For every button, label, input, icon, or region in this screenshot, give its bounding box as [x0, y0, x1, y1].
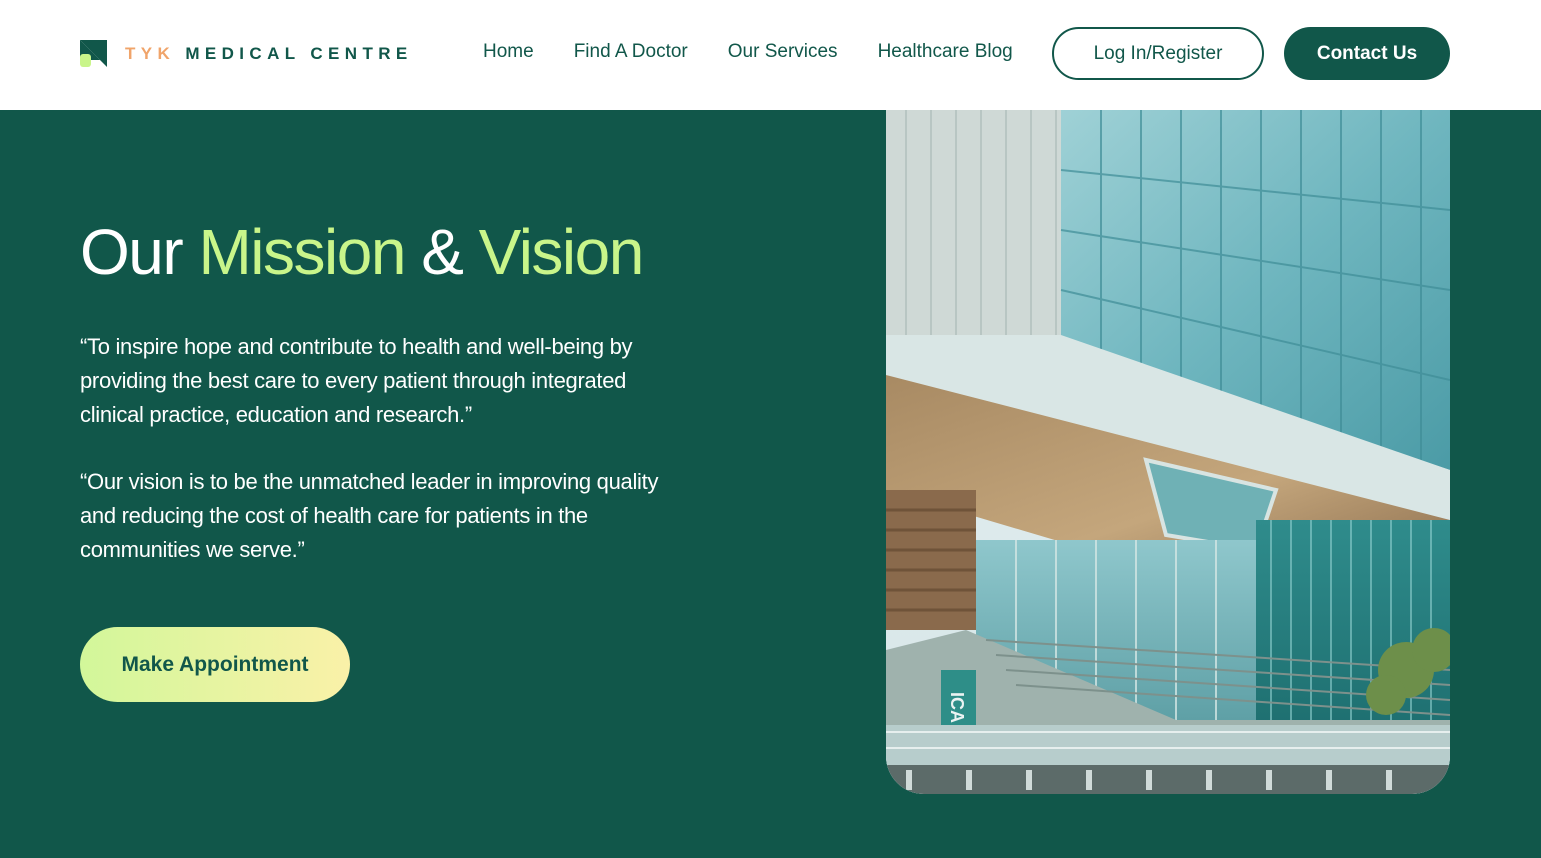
- nav-our-services[interactable]: Our Services: [728, 41, 838, 63]
- title-word-mission: Mission: [198, 216, 406, 288]
- brand-name-tyk: TYK: [125, 43, 176, 63]
- brand-name-medical-centre: MEDICAL CENTRE: [185, 43, 413, 63]
- brand-logo[interactable]: TYK MEDICAL CENTRE: [80, 40, 413, 67]
- title-word-ampersand: &: [421, 216, 464, 288]
- title-word-our: Our: [80, 216, 184, 288]
- building-sign-text: ICA: [947, 692, 967, 723]
- brand-name: TYK MEDICAL CENTRE: [125, 44, 413, 64]
- vision-statement: “Our vision is to be the unmatched leade…: [80, 469, 659, 562]
- site-header: TYK MEDICAL CENTRE Home Find A Doctor Ou…: [0, 0, 1541, 110]
- make-appointment-button[interactable]: Make Appointment: [80, 627, 350, 702]
- building-photo: ICA: [886, 110, 1450, 794]
- contact-us-button[interactable]: Contact Us: [1284, 27, 1450, 80]
- title-word-vision: Vision: [478, 216, 645, 288]
- main-nav: Home Find A Doctor Our Services Healthca…: [483, 41, 1053, 63]
- nav-find-a-doctor[interactable]: Find A Doctor: [574, 41, 688, 63]
- building-illustration: ICA: [886, 110, 1450, 794]
- nav-home[interactable]: Home: [483, 41, 534, 63]
- mission-statement: “To inspire hope and contribute to healt…: [80, 334, 633, 427]
- nav-healthcare-blog[interactable]: Healthcare Blog: [878, 41, 1013, 63]
- hero-title: Our Mission & Vision: [80, 216, 645, 288]
- login-register-button[interactable]: Log In/Register: [1052, 27, 1264, 80]
- tyk-logo-icon: [80, 40, 107, 67]
